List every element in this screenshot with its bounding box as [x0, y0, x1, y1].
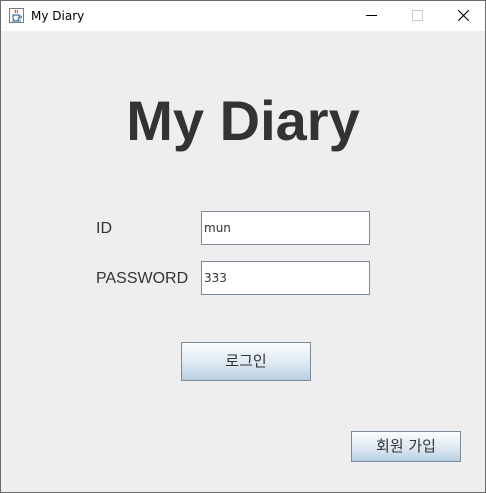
page-title: My Diary — [126, 89, 360, 152]
login-button[interactable]: 로그인 — [181, 342, 311, 381]
id-label: ID — [96, 220, 112, 237]
java-cup-icon — [9, 8, 24, 23]
maximize-button[interactable] — [394, 1, 440, 31]
close-button[interactable] — [440, 1, 486, 31]
maximize-icon — [412, 10, 423, 21]
minimize-icon — [366, 15, 377, 16]
id-field[interactable] — [201, 211, 370, 245]
title-bar[interactable]: My Diary — [1, 1, 485, 31]
signup-button[interactable]: 회원 가입 — [351, 431, 461, 462]
close-icon — [458, 10, 469, 21]
password-label: PASSWORD — [96, 270, 189, 287]
minimize-button[interactable] — [348, 1, 394, 31]
window-title: My Diary — [31, 9, 85, 23]
app-window: My Diary My Diary ID PASSWORD 로그인 회원 가입 — [0, 0, 486, 493]
password-field[interactable] — [201, 261, 370, 295]
